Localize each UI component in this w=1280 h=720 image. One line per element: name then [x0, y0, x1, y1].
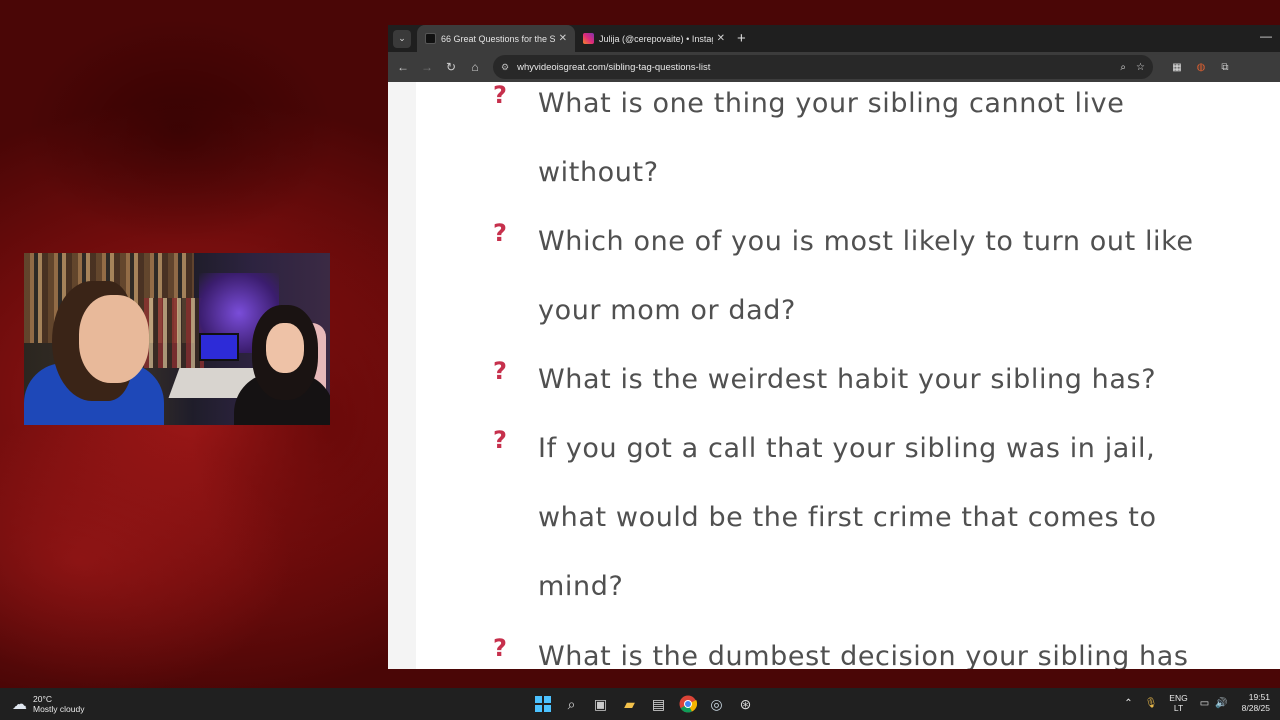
chrome-icon[interactable] [673, 692, 702, 716]
question-text: What is one thing your sibling cannot li… [538, 88, 1125, 188]
reload-icon[interactable]: ↻ [439, 60, 463, 74]
new-tab-button[interactable]: + [737, 30, 746, 47]
question-text: Which one of you is most likely to turn … [538, 226, 1194, 326]
chevron-up-icon[interactable]: ⌃ [1124, 698, 1132, 709]
task-view-icon[interactable]: ▣ [586, 692, 615, 716]
question-text: If you got a call that your sibling was … [538, 433, 1157, 602]
home-icon[interactable]: ⌂ [463, 60, 487, 74]
question-mark-icon: ? [493, 634, 507, 662]
file-explorer-icon[interactable]: ▰ [615, 692, 644, 716]
chevron-down-icon[interactable]: ⌄ [393, 29, 411, 48]
question-mark-icon: ? [493, 357, 507, 385]
taskbar-apps: ⌕ ▣ ▰ ▤ ◎ ⊛ [528, 692, 760, 716]
obs-icon[interactable]: ⊛ [731, 692, 760, 716]
instagram-icon [583, 33, 594, 44]
question-text: What is the weirdest habit your sibling … [538, 364, 1157, 395]
steam-icon[interactable]: ◎ [702, 692, 731, 716]
webcam-overlay [24, 253, 330, 425]
tab-title: 66 Great Questions for the Sibli [441, 33, 555, 44]
taskbar: ☁ 20°C Mostly cloudy ⌕ ▣ ▰ ▤ ◎ ⊛ ⌃ 🎙 ENG… [0, 688, 1280, 720]
tab-instagram[interactable]: Julija (@cerepovaite) • Instagra ✕ [575, 25, 733, 52]
tab-active[interactable]: 66 Great Questions for the Sibli ✕ [417, 25, 575, 52]
cloud-icon: ☁ [12, 696, 27, 713]
start-button[interactable] [528, 692, 557, 716]
question-mark-icon: ? [493, 426, 507, 454]
search-icon[interactable]: ⌕ [557, 692, 586, 716]
page-viewport: ? What is one thing your sibling cannot … [388, 81, 1280, 669]
question-text: What is the dumbest decision your siblin… [538, 641, 1189, 669]
close-icon[interactable]: ✕ [717, 33, 725, 44]
browser-window: ⌄ 66 Great Questions for the Sibli ✕ Jul… [388, 25, 1280, 669]
weather-widget[interactable]: ☁ 20°C Mostly cloudy [12, 694, 85, 714]
store-icon[interactable]: ▤ [644, 692, 673, 716]
back-icon[interactable]: ← [391, 60, 415, 74]
tab-strip: ⌄ 66 Great Questions for the Sibli ✕ Jul… [388, 25, 1280, 52]
site-favicon-icon [425, 33, 436, 44]
tab-title: Julija (@cerepovaite) • Instagra [599, 33, 713, 44]
close-icon[interactable]: ✕ [559, 33, 567, 44]
language-indicator[interactable]: ENG LT [1169, 693, 1187, 713]
weather-desc: Mostly cloudy [33, 704, 85, 714]
system-tray: ⌃ 🎙 ENG LT ▭ 🔊 19:51 8/28/25 [1112, 692, 1270, 714]
volume-icon[interactable]: 🔊 [1215, 698, 1227, 709]
clock[interactable]: 19:51 8/28/25 [1242, 692, 1270, 714]
weather-temp: 20°C [33, 694, 52, 704]
question-mark-icon: ? [493, 219, 507, 247]
question-mark-icon: ? [493, 81, 507, 109]
minimize-icon[interactable]: — [1260, 29, 1272, 43]
page-side-strip [388, 82, 416, 669]
forward-icon[interactable]: → [415, 60, 439, 74]
microphone-icon[interactable]: 🎙 [1145, 698, 1158, 709]
site-info-icon[interactable]: ⚙ [501, 62, 509, 73]
network-icon[interactable]: ▭ [1200, 698, 1209, 709]
chrome-logo [679, 695, 697, 713]
windows-logo-icon [534, 696, 551, 712]
